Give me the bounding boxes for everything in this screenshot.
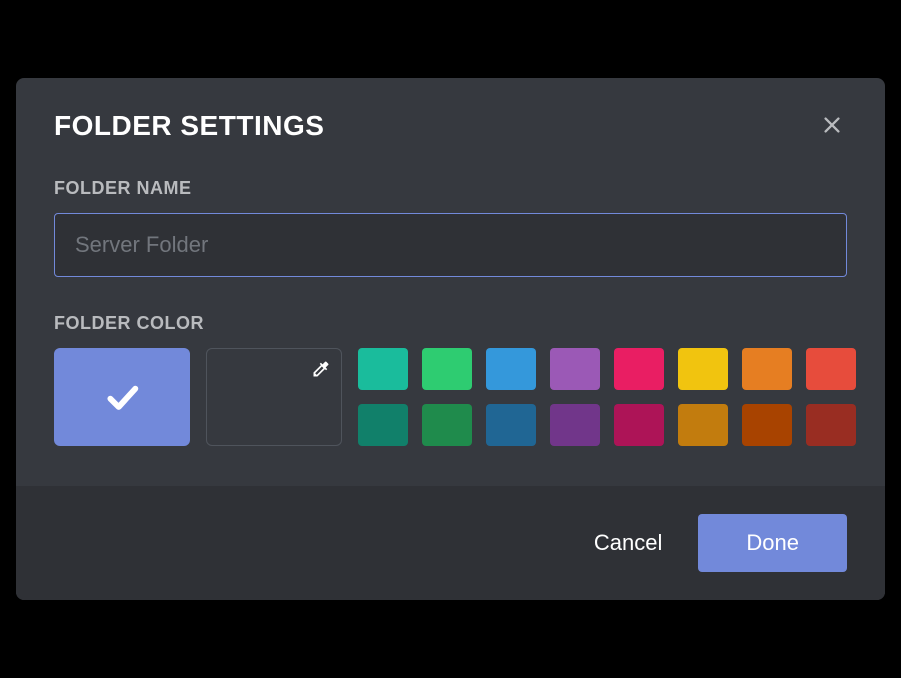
close-icon	[821, 114, 843, 136]
done-button[interactable]: Done	[698, 514, 847, 572]
color-swatch-custom[interactable]	[206, 348, 342, 446]
modal-footer: Cancel Done	[16, 486, 885, 600]
check-icon	[102, 377, 142, 417]
color-swatch[interactable]	[614, 404, 664, 446]
color-swatch[interactable]	[614, 348, 664, 390]
color-swatch[interactable]	[678, 348, 728, 390]
color-swatch[interactable]	[486, 348, 536, 390]
color-row	[54, 348, 847, 446]
folder-name-field: FOLDER NAME	[54, 178, 847, 277]
folder-name-input[interactable]	[54, 213, 847, 277]
cancel-button[interactable]: Cancel	[582, 516, 674, 570]
color-swatch[interactable]	[550, 404, 600, 446]
color-swatch[interactable]	[486, 404, 536, 446]
modal-title: FOLDER SETTINGS	[54, 110, 324, 142]
color-swatch[interactable]	[550, 348, 600, 390]
modal-header: FOLDER SETTINGS	[54, 110, 847, 142]
color-swatch[interactable]	[422, 348, 472, 390]
color-swatch[interactable]	[806, 404, 856, 446]
color-swatch[interactable]	[358, 348, 408, 390]
color-swatch-default[interactable]	[54, 348, 190, 446]
color-swatch[interactable]	[742, 404, 792, 446]
close-button[interactable]	[817, 110, 847, 140]
color-swatch[interactable]	[742, 348, 792, 390]
eyedropper-icon	[311, 359, 331, 379]
folder-name-label: FOLDER NAME	[54, 178, 847, 199]
folder-color-field: FOLDER COLOR	[54, 313, 847, 446]
color-swatch[interactable]	[806, 348, 856, 390]
modal-body: FOLDER SETTINGS FOLDER NAME FOLDER COLOR	[16, 78, 885, 486]
color-palette	[358, 348, 856, 446]
color-swatch[interactable]	[678, 404, 728, 446]
folder-settings-modal: FOLDER SETTINGS FOLDER NAME FOLDER COLOR	[16, 78, 885, 600]
color-swatch[interactable]	[358, 404, 408, 446]
color-swatch[interactable]	[422, 404, 472, 446]
folder-color-label: FOLDER COLOR	[54, 313, 847, 334]
